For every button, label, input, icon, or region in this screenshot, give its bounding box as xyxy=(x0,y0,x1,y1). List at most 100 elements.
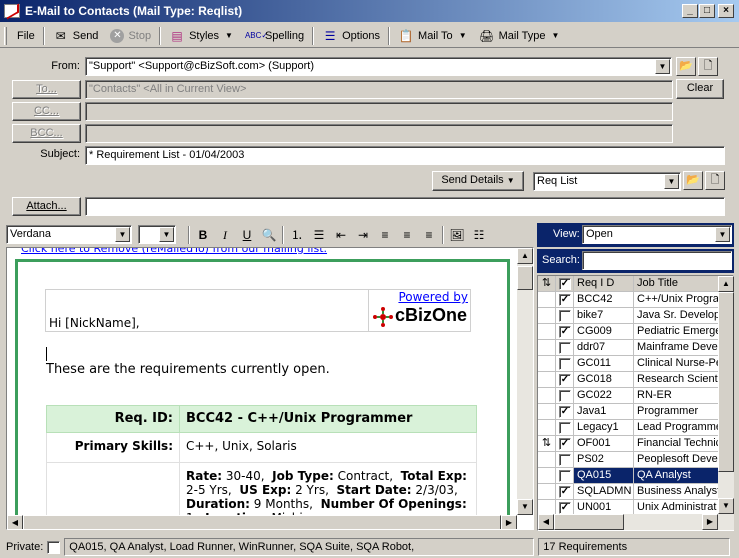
chevron-down-icon[interactable]: ▼ xyxy=(159,227,174,242)
view-select[interactable]: Open ▼ xyxy=(582,225,732,244)
bullet-list-button[interactable]: ☰ xyxy=(308,225,330,245)
maximize-button[interactable]: □ xyxy=(699,4,715,18)
to-button[interactable]: To... xyxy=(12,80,81,99)
row-checkbox[interactable] xyxy=(556,420,574,436)
indent-button[interactable]: ⇥ xyxy=(352,225,374,245)
numbered-list-button[interactable]: ⒈ xyxy=(286,225,308,245)
select-all-checkbox[interactable]: ✓ xyxy=(556,276,574,292)
scroll-thumb[interactable] xyxy=(718,292,734,472)
italic-button[interactable]: I xyxy=(214,225,236,245)
align-right-button[interactable]: ≡ xyxy=(418,225,440,245)
grid-horizontal-scrollbar[interactable]: ◀ ▶ xyxy=(538,514,734,530)
scroll-down-button[interactable]: ▼ xyxy=(517,499,533,515)
scroll-down-button[interactable]: ▼ xyxy=(718,498,734,514)
from-field[interactable]: "Support" <Support@cBizSoft.com> (Suppor… xyxy=(85,57,672,76)
chevron-down-icon[interactable]: ▼ xyxy=(115,227,130,242)
to-field[interactable]: "Contacts" <All in Current View> xyxy=(85,80,673,99)
powered-by-link[interactable]: Powered by xyxy=(398,290,468,304)
row-checkbox[interactable] xyxy=(556,468,574,484)
grid-row[interactable]: ✓ SQLADMN Business Analyst xyxy=(538,484,721,500)
row-checkbox[interactable] xyxy=(556,308,574,324)
row-checkbox[interactable]: ✓ xyxy=(556,292,574,308)
grid-row[interactable]: ✓ CG009 Pediatric Emerge xyxy=(538,324,721,340)
grid-row[interactable]: ✓ BCC42 C++/Unix Progra xyxy=(538,292,721,308)
outdent-button[interactable]: ⇤ xyxy=(330,225,352,245)
font-size-select[interactable]: ▼ xyxy=(138,225,176,244)
hscroll-thumb[interactable] xyxy=(23,515,501,529)
chevron-down-icon[interactable]: ▼ xyxy=(715,227,730,242)
open-folder-button-2[interactable]: 📂 xyxy=(683,171,703,190)
find-button[interactable]: 🔍 xyxy=(258,225,280,245)
new-document-button[interactable]: 🗋 xyxy=(698,57,718,76)
private-checkbox[interactable] xyxy=(47,540,61,554)
grid-row[interactable]: GC011 Clinical Nurse-Pe xyxy=(538,356,721,372)
mail-to-button[interactable]: 📋 Mail To ▼ xyxy=(392,25,473,47)
req-list-select[interactable]: Req List ▼ xyxy=(533,172,681,191)
grid-vertical-scrollbar[interactable]: ▲ ▼ xyxy=(718,276,734,514)
scroll-left-button[interactable]: ◀ xyxy=(538,514,554,530)
options-button[interactable]: ☰ Options xyxy=(316,25,386,47)
attach-button[interactable]: Attach... xyxy=(12,197,81,216)
grid-row[interactable]: ⇅ ✓ OF001 Financial Technic xyxy=(538,436,721,452)
scroll-left-button[interactable]: ◀ xyxy=(7,515,23,529)
align-center-button[interactable]: ≡ xyxy=(396,225,418,245)
editor-horizontal-scrollbar[interactable]: ◀ ▶ xyxy=(7,515,517,529)
bcc-button[interactable]: BCC... xyxy=(12,124,81,143)
stop-button[interactable]: ✕ Stop xyxy=(104,25,157,47)
align-left-button[interactable]: ≡ xyxy=(374,225,396,245)
row-checkbox[interactable]: ✓ xyxy=(556,484,574,500)
underline-button[interactable]: U xyxy=(236,225,258,245)
grid-row[interactable]: GC022 RN-ER xyxy=(538,388,721,404)
grid-row[interactable]: ddr07 Mainframe Devel xyxy=(538,340,721,356)
search-input[interactable] xyxy=(582,251,732,270)
editor-vertical-scrollbar[interactable]: ▲ ▼ xyxy=(517,248,533,515)
grid-row[interactable]: PS02 Peoplesoft Devel xyxy=(538,452,721,468)
send-button[interactable]: ✉ Send xyxy=(47,25,105,47)
styles-button[interactable]: ▤ Styles ▼ xyxy=(163,25,239,47)
chevron-down-icon[interactable]: ▼ xyxy=(664,174,679,189)
scroll-up-button[interactable]: ▲ xyxy=(718,276,734,292)
grid-row[interactable]: ✓ Java1 Programmer xyxy=(538,404,721,420)
col-job-title[interactable]: Job Title xyxy=(634,276,721,292)
row-checkbox[interactable] xyxy=(556,340,574,356)
grid-row[interactable]: bike7 Java Sr. Develop xyxy=(538,308,721,324)
attach-field[interactable] xyxy=(85,197,725,216)
chevron-down-icon[interactable]: ▼ xyxy=(655,59,670,74)
grid-row[interactable]: ✓ GC018 Research Scientis xyxy=(538,372,721,388)
message-editor[interactable]: Click here to Remove (reMailedTo) from o… xyxy=(6,247,534,530)
grid-row[interactable]: QA015 QA Analyst xyxy=(538,468,721,484)
bcc-field[interactable] xyxy=(85,124,673,143)
row-checkbox[interactable]: ✓ xyxy=(556,324,574,340)
cc-field[interactable] xyxy=(85,102,673,121)
col-req-id[interactable]: Req I D xyxy=(574,276,634,292)
mail-type-button[interactable]: 🖨 Mail Type ▼ xyxy=(473,25,566,47)
scroll-right-button[interactable]: ▶ xyxy=(702,514,718,530)
row-checkbox[interactable]: ✓ xyxy=(556,372,574,388)
row-checkbox[interactable]: ✓ xyxy=(556,404,574,420)
subject-field[interactable]: * Requirement List - 01/04/2003 xyxy=(85,146,725,165)
row-checkbox[interactable] xyxy=(556,452,574,468)
bold-button[interactable]: B xyxy=(192,225,214,245)
close-button[interactable]: × xyxy=(718,4,734,18)
row-checkbox[interactable] xyxy=(556,356,574,372)
scroll-thumb[interactable] xyxy=(517,266,533,290)
grid-row[interactable]: Legacy1 Lead Programme xyxy=(538,420,721,436)
cc-button[interactable]: CC... xyxy=(12,102,81,121)
file-menu[interactable]: File xyxy=(11,25,41,47)
row-checkbox[interactable] xyxy=(556,388,574,404)
new-document-button-2[interactable]: 🗋 xyxy=(705,171,725,190)
insert-field-button[interactable]: ☷ xyxy=(468,225,490,245)
spelling-button[interactable]: ABC✓ Spelling xyxy=(239,25,310,47)
scroll-right-button[interactable]: ▶ xyxy=(501,515,517,529)
hscroll-thumb[interactable] xyxy=(554,514,624,530)
sort-icon[interactable]: ⇅ xyxy=(538,276,556,292)
open-folder-button[interactable]: 📂 xyxy=(676,57,696,76)
insert-image-button[interactable]: 🖼 xyxy=(446,225,468,245)
row-checkbox[interactable]: ✓ xyxy=(556,436,574,452)
minimize-button[interactable]: _ xyxy=(682,4,698,18)
clear-button[interactable]: Clear xyxy=(676,79,724,99)
remove-link[interactable]: Click here to Remove (reMailedTo) from o… xyxy=(21,248,327,255)
scroll-up-button[interactable]: ▲ xyxy=(517,248,533,264)
send-details-button[interactable]: Send Details ▼ xyxy=(432,171,524,191)
font-select[interactable]: Verdana ▼ xyxy=(6,225,132,244)
